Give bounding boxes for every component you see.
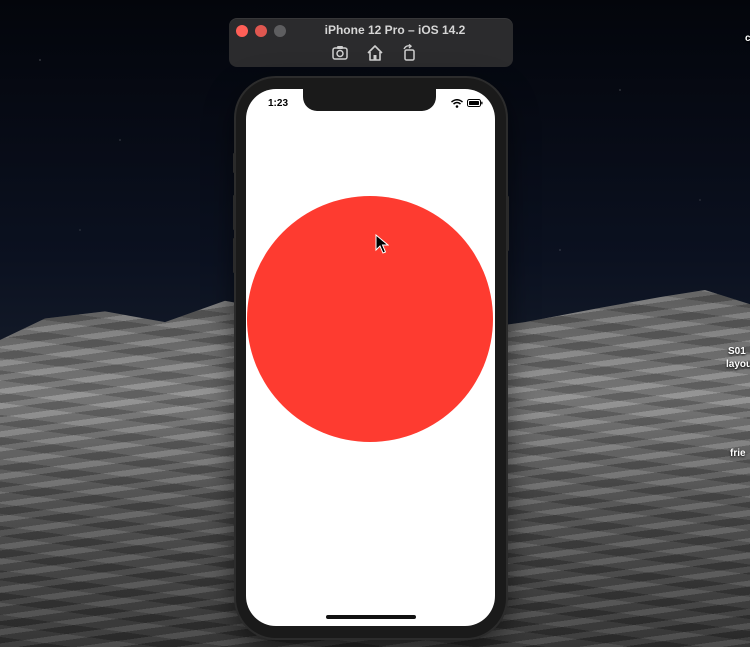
desktop-icon-label[interactable]: layou: [726, 359, 750, 370]
notch: [303, 89, 436, 111]
mouse-cursor-icon: [375, 234, 389, 254]
home-indicator[interactable]: [326, 615, 416, 619]
iphone-device-frame: 1:23: [233, 78, 509, 638]
rotate-icon[interactable]: [400, 44, 418, 62]
zoom-window-button[interactable]: [274, 25, 286, 37]
wifi-icon: [451, 99, 463, 108]
power-button[interactable]: [506, 196, 509, 251]
close-window-button[interactable]: [236, 25, 248, 37]
home-icon[interactable]: [366, 44, 384, 62]
silent-switch: [233, 153, 236, 173]
volume-up-button[interactable]: [233, 195, 236, 230]
desktop-icon-label[interactable]: S01: [728, 346, 746, 357]
minimize-window-button[interactable]: [255, 25, 267, 37]
desktop-icon-label[interactable]: c: [745, 33, 750, 44]
status-bar-time: 1:23: [268, 98, 289, 109]
battery-icon: [467, 99, 483, 107]
red-circle-view[interactable]: [247, 196, 493, 442]
window-title: iPhone 12 Pro – iOS 14.2: [324, 23, 466, 37]
camera-icon[interactable]: [331, 44, 349, 62]
simulator-titlebar[interactable]: iPhone 12 Pro – iOS 14.2: [229, 18, 513, 67]
volume-down-button[interactable]: [233, 238, 236, 273]
desktop-icon-label[interactable]: frie: [730, 448, 746, 459]
device-screen[interactable]: 1:23: [246, 89, 495, 626]
